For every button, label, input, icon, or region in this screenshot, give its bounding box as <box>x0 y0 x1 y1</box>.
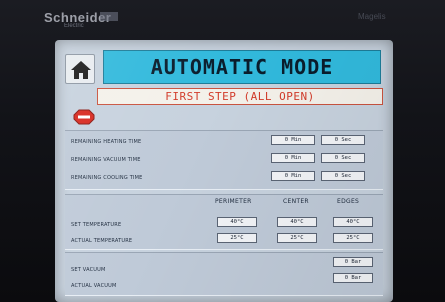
vacuum-time-min: 0 Min <box>271 153 315 163</box>
stop-icon <box>73 109 95 125</box>
heating-time-min: 0 Min <box>271 135 315 145</box>
page-title: AUTOMATIC MODE <box>150 55 334 79</box>
actual-vacuum-value: 0 Bar <box>333 273 373 283</box>
actual-temp-perimeter: 25°C <box>217 233 257 243</box>
set-vacuum-value[interactable]: 0 Bar <box>333 257 373 267</box>
vacuum-time-label: REMAINING VACUUM TIME <box>71 157 141 163</box>
cooling-time-min: 0 Min <box>271 171 315 181</box>
stop-button[interactable] <box>73 109 95 125</box>
model-label: Magelis <box>358 12 386 21</box>
home-button[interactable] <box>65 54 95 84</box>
actual-vacuum-label: ACTUAL VACUUM <box>71 283 117 289</box>
hmi-bezel: Schneider Electric Magelis AUTOMATIC MOD… <box>0 0 445 302</box>
heating-time-label: REMAINING HEATING TIME <box>71 139 142 145</box>
col-perimeter: PERIMETER <box>215 198 252 205</box>
hmi-screen: AUTOMATIC MODE FIRST STEP (ALL OPEN) REM… <box>55 40 393 302</box>
actual-temperature-label: ACTUAL TEMPERATURE <box>71 238 133 244</box>
set-temperature-label: SET TEMPERATURE <box>71 222 122 228</box>
col-edges: EDGES <box>337 198 360 205</box>
set-temp-edges[interactable]: 40°C <box>333 217 373 227</box>
step-status: FIRST STEP (ALL OPEN) <box>165 90 315 103</box>
home-icon <box>71 61 91 79</box>
brand-mark <box>100 12 118 21</box>
remaining-times-panel: REMAINING HEATING TIME 0 Min 0 Sec REMAI… <box>65 130 383 190</box>
set-temp-center[interactable]: 40°C <box>277 217 317 227</box>
temperature-panel: PERIMETER CENTER EDGES SET TEMPERATURE 4… <box>65 194 383 250</box>
set-vacuum-label: SET VACUUM <box>71 267 106 273</box>
col-center: CENTER <box>283 198 309 205</box>
title-bar: AUTOMATIC MODE <box>103 50 381 84</box>
brand-subtitle: Electric <box>64 23 84 29</box>
set-temp-perimeter[interactable]: 40°C <box>217 217 257 227</box>
vacuum-time-sec: 0 Sec <box>321 153 365 163</box>
step-banner: FIRST STEP (ALL OPEN) <box>97 88 383 105</box>
cooling-time-sec: 0 Sec <box>321 171 365 181</box>
actual-temp-edges: 25°C <box>333 233 373 243</box>
pressure-panel: SET VACUUM 0 Bar ACTUAL VACUUM 0 Bar <box>65 252 383 296</box>
heating-time-sec: 0 Sec <box>321 135 365 145</box>
cooling-time-label: REMAINING COOLING TIME <box>71 175 143 181</box>
actual-temp-center: 25°C <box>277 233 317 243</box>
